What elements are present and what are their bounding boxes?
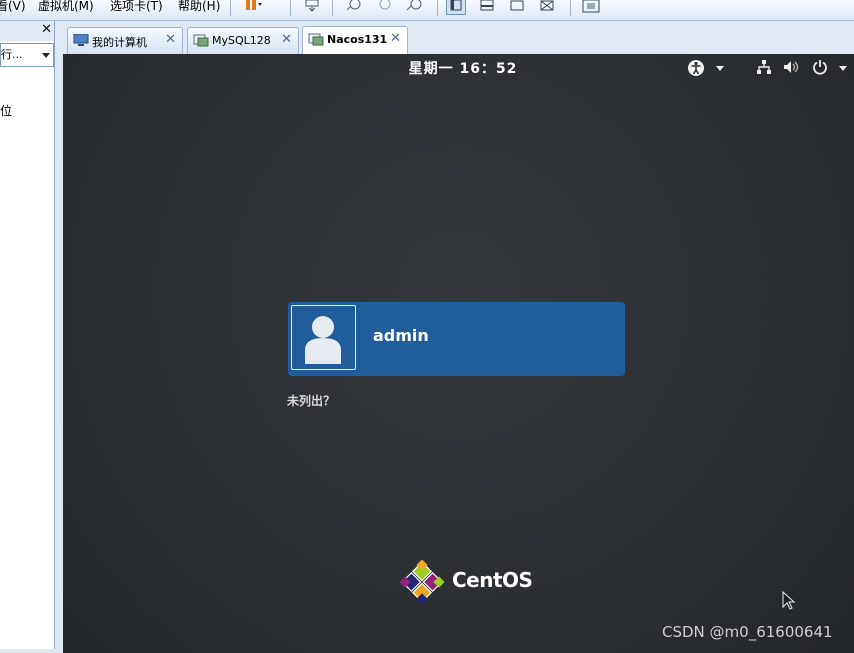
toolbar-separator	[437, 0, 438, 16]
power-icon[interactable]	[812, 59, 828, 78]
not-listed-link[interactable]: 未列出？	[287, 392, 335, 409]
toolbar-separator	[332, 0, 333, 16]
revert-snapshot-icon[interactable]	[375, 0, 393, 14]
tab-label: MySQL128	[212, 34, 271, 47]
menu-tabs[interactable]: 选项卡(T)	[110, 0, 163, 14]
user-list-item[interactable]: admin	[288, 302, 625, 376]
tab-label: 我的计算机	[92, 36, 147, 49]
menu-view[interactable]: 看(V)	[0, 0, 26, 14]
vm-icon	[193, 34, 209, 47]
vm-icon	[308, 33, 324, 46]
toolbar-separator	[570, 0, 571, 16]
tab-my-computer[interactable]: 我的计算机 ✕	[67, 27, 183, 54]
console-view-icon[interactable]	[581, 0, 600, 14]
centos-logo-icon	[399, 559, 445, 607]
show-thumbnails-icon[interactable]	[478, 0, 496, 14]
library-item[interactable]: 位	[0, 102, 12, 119]
toolbar-separator	[290, 0, 291, 16]
chevron-down-icon[interactable]	[716, 66, 724, 71]
menu-vm[interactable]: 虚拟机(M)	[38, 0, 94, 14]
menu-toolbar: 看(V) 虚拟机(M) 选项卡(T) 帮助(H)	[0, 0, 854, 21]
tab-mysql128[interactable]: MySQL128 ✕	[187, 27, 299, 54]
snapshot-icon[interactable]	[344, 0, 362, 14]
close-tab-button[interactable]: ✕	[165, 32, 176, 47]
user-avatar-icon	[305, 316, 341, 364]
close-tab-button[interactable]: ✕	[390, 31, 401, 46]
tab-label: Nacos131	[327, 33, 388, 46]
unity-icon[interactable]	[538, 0, 556, 14]
close-library-button[interactable]: ✕	[41, 22, 52, 37]
chevron-down-icon[interactable]	[839, 66, 847, 71]
centos-logo-text: CentOS	[452, 568, 533, 592]
library-panel: ✕ 行... 位	[0, 21, 55, 649]
tab-nacos131[interactable]: Nacos131 ✕	[302, 26, 408, 55]
chevron-down-icon	[42, 53, 50, 58]
full-screen-icon[interactable]	[508, 0, 526, 14]
user-name: admin	[373, 326, 429, 345]
send-keys-icon[interactable]	[304, 0, 322, 14]
menu-help[interactable]: 帮助(H)	[178, 0, 220, 14]
library-panel-header: ✕	[0, 21, 54, 41]
tab-strip: 我的计算机 ✕ MySQL128 ✕ Nacos131 ✕	[62, 21, 854, 55]
clock-label[interactable]: 星期一 16：52	[63, 58, 854, 78]
snapshot-manager-icon[interactable]	[405, 0, 423, 14]
accessibility-icon[interactable]	[687, 59, 705, 80]
pause-icon[interactable]	[244, 0, 262, 14]
show-library-icon[interactable]	[446, 0, 466, 15]
watermark-text: CSDN @m0_61600641	[662, 623, 833, 641]
network-icon[interactable]	[756, 59, 772, 78]
library-filter-select[interactable]: 行...	[0, 43, 54, 67]
mouse-cursor-icon	[782, 590, 796, 614]
vm-console[interactable]: 星期一 16：52 admin 未列出？ CentOS CSDN @m0_616…	[63, 54, 854, 653]
library-filter-value: 行...	[1, 48, 23, 61]
avatar	[291, 305, 356, 370]
close-tab-button[interactable]: ✕	[281, 32, 292, 47]
volume-icon[interactable]	[783, 59, 799, 78]
computer-icon	[73, 33, 89, 46]
toolbar-separator	[230, 0, 231, 16]
